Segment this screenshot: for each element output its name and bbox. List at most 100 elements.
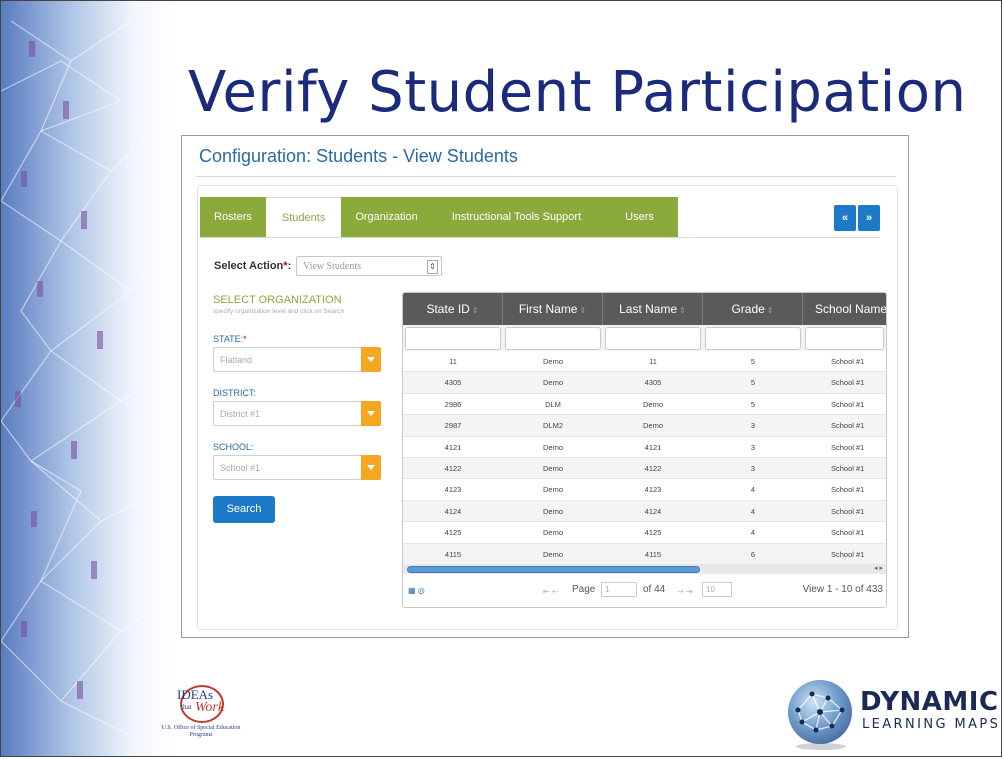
- scrollbar-thumb[interactable]: [407, 566, 700, 573]
- cell-school-name: School #1: [831, 463, 865, 473]
- column-header-label: School Name: [815, 302, 886, 316]
- grid-pager: ▦ ◎ ⇤ ⇠ Page 1 of 44 ⇢ ⇥ 10 View 1 - 10 …: [403, 574, 886, 607]
- column-header-label: Last Name: [619, 302, 678, 316]
- cell-last-name: 4121: [644, 442, 662, 452]
- cell-grade: 5: [750, 378, 756, 388]
- cell-grade: 4: [750, 485, 756, 495]
- table-row[interactable]: 4115 Demo 4115 6 School #1: [403, 543, 886, 564]
- cell-last-name: 4115: [644, 549, 662, 559]
- pager-tools-icon[interactable]: ▦ ◎: [408, 586, 425, 595]
- tabs-next-button[interactable]: »: [858, 205, 880, 231]
- cell-state-id: 4125: [444, 528, 462, 538]
- school-value: School #1: [220, 463, 261, 473]
- filter-cell: [503, 325, 603, 351]
- select-action-label: Select Action*:: [214, 260, 291, 272]
- cell-state-id: 11: [449, 357, 457, 366]
- cell-state-id: 4122: [444, 463, 462, 473]
- cell-state-id: 2986: [444, 399, 462, 409]
- table-row[interactable]: 11 Demo 11 5 School #1: [403, 351, 886, 373]
- filter-cell: [603, 325, 703, 351]
- tab-students[interactable]: Students: [265, 197, 342, 237]
- cell-school-name: School #1: [831, 485, 865, 495]
- chevron-down-icon[interactable]: [361, 347, 381, 372]
- table-row[interactable]: 4305 Demo 4305 5 School #1: [403, 372, 886, 394]
- district-select[interactable]: District #1: [213, 401, 381, 426]
- cell-first-name: Demo: [542, 357, 563, 366]
- sort-icon: ⇕: [766, 306, 774, 315]
- filter-state-id-input[interactable]: [405, 327, 501, 350]
- table-row[interactable]: 4123 Demo 4123 4 School #1: [403, 479, 886, 501]
- school-select[interactable]: School #1: [213, 455, 381, 480]
- ideas-logo-subtitle: U.S. Office of Special Education Program…: [161, 725, 241, 738]
- state-label: STATE:*: [213, 334, 247, 344]
- horizontal-scrollbar[interactable]: ◂ ▸: [403, 564, 886, 574]
- cell-school-name: School #1: [831, 357, 865, 366]
- cell-state-id: 4123: [444, 485, 462, 495]
- tab-rosters[interactable]: Rosters: [200, 197, 266, 237]
- first-prev-page-icon[interactable]: ⇤ ⇠: [543, 587, 559, 596]
- cell-first-name: Demo: [542, 528, 563, 538]
- state-select[interactable]: Flatland: [213, 347, 381, 372]
- cell-school-name: School #1: [831, 399, 865, 409]
- state-label-text: STATE:: [213, 334, 244, 344]
- table-row[interactable]: 4124 Demo 4124 4 School #1: [403, 500, 886, 523]
- tabs-prev-button[interactable]: «: [834, 205, 856, 231]
- app-window: Configuration: Students - View Students …: [181, 135, 909, 638]
- table-row[interactable]: 2987 DLM2 Demo 3 School #1: [403, 415, 886, 437]
- search-button[interactable]: Search: [213, 496, 275, 523]
- column-header-state-id[interactable]: State ID ⇕: [403, 293, 503, 325]
- ideas-that-work-logo: IDEAs that Work U.S. Office of Special E…: [160, 683, 242, 743]
- table-row[interactable]: 4121 Demo 4121 3 School #1: [403, 437, 886, 458]
- slide-title: Verify Student Participation: [188, 60, 967, 125]
- chevron-down-icon[interactable]: [361, 401, 381, 426]
- filter-grade-input[interactable]: [705, 327, 801, 350]
- chevron-down-icon[interactable]: [361, 455, 381, 480]
- select-action-label-text: Select Action: [214, 260, 284, 272]
- cell-last-name: 4123: [644, 485, 662, 495]
- cell-grade: 5: [750, 399, 756, 409]
- cell-first-name: Demo: [542, 549, 563, 559]
- page-number-input[interactable]: 1: [601, 582, 637, 597]
- sort-icon: ⇕: [579, 306, 587, 315]
- dynamic-learning-maps-logo: DYNAMIC LEARNING MAPS: [786, 675, 1001, 755]
- select-action-value: View Students: [303, 261, 362, 272]
- column-header-label: First Name: [518, 302, 578, 316]
- column-header-label: State ID: [426, 302, 470, 316]
- column-header-grade[interactable]: Grade ⇕: [703, 293, 803, 325]
- filter-first-name-input[interactable]: [505, 327, 601, 350]
- filter-school-name-input[interactable]: [805, 327, 884, 350]
- cell-last-name: 4125: [644, 528, 662, 538]
- network-globe-icon: [788, 680, 852, 744]
- scroll-arrows-icon[interactable]: ◂ ▸: [874, 564, 883, 574]
- cell-grade: 6: [750, 549, 756, 559]
- column-header-last-name[interactable]: Last Name ⇕: [603, 293, 703, 325]
- table-row[interactable]: 4122 Demo 4122 3 School #1: [403, 457, 886, 480]
- cell-grade: 3: [750, 421, 756, 431]
- filter-row: [403, 325, 886, 351]
- cell-last-name: 11: [649, 357, 657, 366]
- filter-last-name-input[interactable]: [605, 327, 701, 350]
- tab-users[interactable]: Users: [601, 197, 678, 237]
- cell-first-name: DLM2: [542, 421, 563, 431]
- table-row[interactable]: 2986 DLM Demo 5 School #1: [403, 394, 886, 416]
- grid-header: State ID ⇕ First Name ⇕ Last Name ⇕ Grade ⇕ …: [403, 293, 886, 325]
- next-last-page-icon[interactable]: ⇢ ⇥: [677, 587, 693, 596]
- cell-first-name: Demo: [542, 378, 563, 388]
- tab-organization[interactable]: Organization: [341, 197, 432, 237]
- select-action-dropdown[interactable]: View Students ⇕: [296, 256, 442, 276]
- dropdown-arrow-icon: ⇕: [427, 260, 438, 274]
- column-header-first-name[interactable]: First Name ⇕: [503, 293, 603, 325]
- cell-last-name: 4122: [644, 463, 662, 473]
- cell-school-name: School #1: [831, 378, 865, 388]
- school-label: SCHOOL:: [213, 442, 254, 452]
- cell-grade: 5: [750, 357, 756, 366]
- page-title: Configuration: Students - View Students: [199, 146, 518, 166]
- column-header-school-name[interactable]: School Name: [803, 293, 886, 325]
- cell-last-name: 4305: [644, 378, 662, 388]
- cell-last-name: Demo: [642, 421, 663, 431]
- rows-per-page-select[interactable]: 10: [702, 582, 732, 597]
- table-row[interactable]: 4125 Demo 4125 4 School #1: [403, 522, 886, 544]
- cell-first-name: DLM: [545, 399, 561, 409]
- tab-instructional-tools-support[interactable]: Instructional Tools Support: [431, 197, 602, 237]
- globe-shadow: [796, 743, 846, 750]
